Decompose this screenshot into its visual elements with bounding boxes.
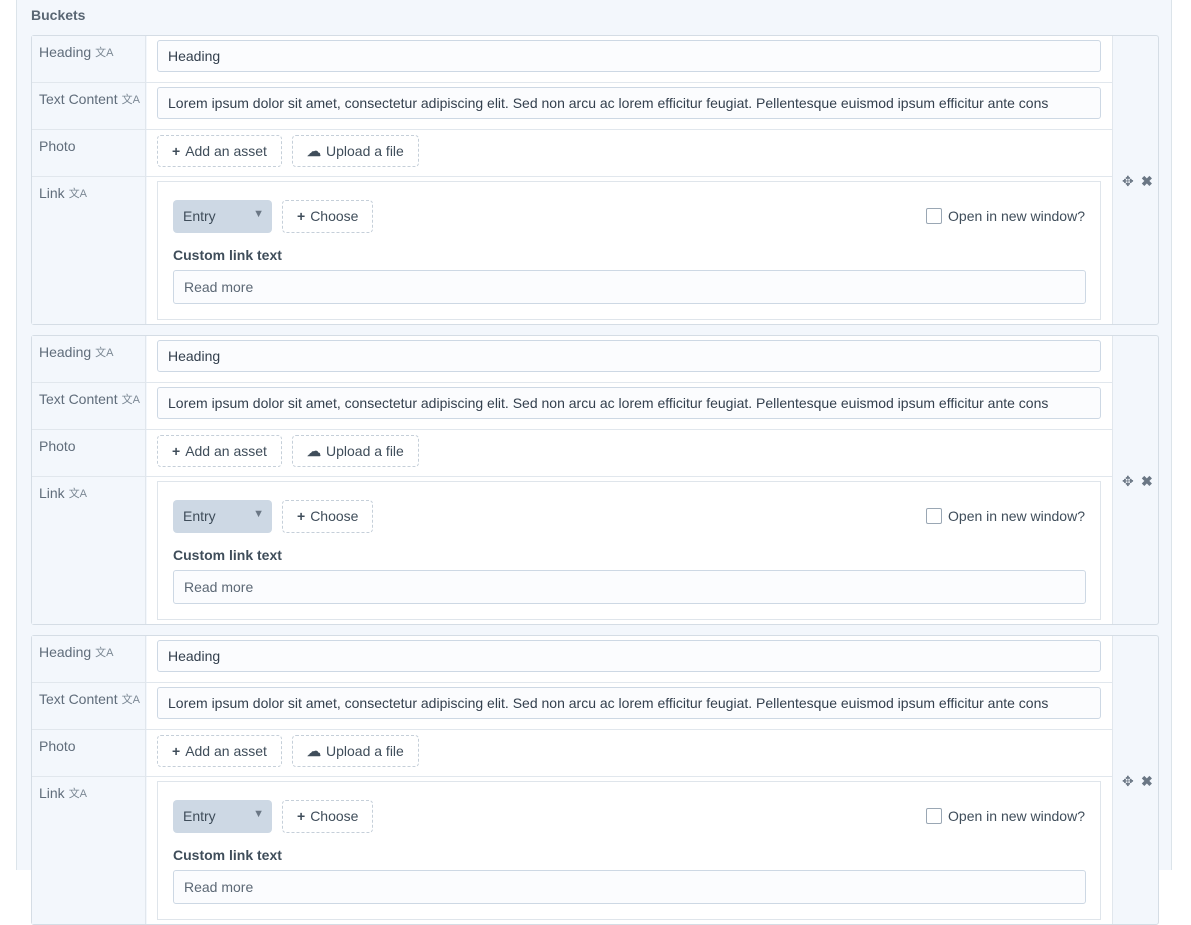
text-content-input[interactable]: Lorem ipsum dolor sit amet, consectetur … (157, 87, 1101, 119)
custom-link-label: Custom link text (173, 247, 282, 263)
link-type-select[interactable]: Entry ▼ (173, 500, 272, 533)
custom-link-label: Custom link text (173, 547, 282, 563)
custom-link-input[interactable]: Read more (173, 270, 1086, 304)
plus-icon: + (297, 808, 306, 824)
upload-file-button[interactable]: ☁ Upload a file (292, 735, 419, 767)
link-row: Link 文A Entry ▼ + Choose Open in new window… (32, 777, 1112, 924)
link-label: Link 文A (32, 777, 146, 924)
plus-icon: + (172, 743, 181, 759)
choose-button[interactable]: + Choose (282, 800, 374, 833)
photo-row: Photo + Add an asset ☁ Upload a file (32, 430, 1112, 477)
delete-icon[interactable]: ✖ (1141, 473, 1153, 490)
new-window-option[interactable]: Open in new window? (926, 208, 1085, 224)
heading-label: Heading 文A (32, 336, 146, 382)
text-content-label: Text Content 文A (32, 83, 146, 129)
photo-label: Photo (32, 430, 146, 476)
chevron-down-icon: ▼ (253, 208, 264, 220)
block-fields: Heading 文A Heading Text Content 文A Lorem i… (32, 636, 1113, 924)
chevron-down-icon: ▼ (253, 508, 264, 520)
add-asset-button[interactable]: + Add an asset (157, 435, 282, 467)
heading-input[interactable]: Heading (157, 40, 1101, 72)
translate-icon: 文A (95, 347, 114, 359)
choose-button[interactable]: + Choose (282, 200, 374, 233)
new-window-checkbox[interactable] (926, 508, 943, 524)
plus-icon: + (297, 208, 306, 224)
translate-icon: 文A (68, 488, 88, 500)
plus-icon: + (172, 143, 181, 159)
link-field: Entry ▼ + Choose Open in new window? Custo… (157, 481, 1101, 620)
custom-link-input[interactable]: Read more (173, 870, 1086, 904)
link-label: Link 文A (32, 477, 146, 624)
photo-label: Photo (32, 130, 146, 176)
text-content-input[interactable]: Lorem ipsum dolor sit amet, consectetur … (157, 687, 1101, 719)
bucket-block: Heading 文A Heading Text Content 文A Lorem i… (31, 335, 1159, 625)
upload-file-button[interactable]: ☁ Upload a file (292, 435, 419, 467)
move-icon[interactable]: ✥ (1122, 773, 1134, 790)
heading-input[interactable]: Heading (157, 340, 1101, 372)
translate-icon: 文A (68, 788, 88, 800)
link-type-select[interactable]: Entry ▼ (173, 800, 272, 833)
bucket-block: Heading 文A Heading Text Content 文A Lorem i… (31, 35, 1159, 325)
move-icon[interactable]: ✥ (1122, 473, 1134, 490)
link-label: Link 文A (32, 177, 146, 324)
translate-icon: 文A (121, 94, 140, 106)
new-window-checkbox[interactable] (926, 208, 943, 224)
translate-icon: 文A (95, 647, 114, 659)
heading-row: Heading 文A Heading (32, 336, 1112, 383)
link-field: Entry ▼ + Choose Open in new window? Custo… (157, 781, 1101, 920)
translate-icon: 文A (95, 47, 114, 59)
photo-row: Photo + Add an asset ☁ Upload a file (32, 130, 1112, 177)
delete-icon[interactable]: ✖ (1141, 173, 1153, 190)
cloud-upload-icon: ☁ (307, 143, 321, 159)
heading-row: Heading 文A Heading (32, 636, 1112, 683)
translate-icon: 文A (68, 188, 88, 200)
new-window-option[interactable]: Open in new window? (926, 508, 1085, 524)
block-fields: Heading 文A Heading Text Content 文A Lorem i… (32, 336, 1113, 624)
heading-label: Heading 文A (32, 36, 146, 82)
cloud-upload-icon: ☁ (307, 443, 321, 459)
plus-icon: + (172, 443, 181, 459)
text-content-input[interactable]: Lorem ipsum dolor sit amet, consectetur … (157, 387, 1101, 419)
choose-button[interactable]: + Choose (282, 500, 374, 533)
bucket-block: Heading 文A Heading Text Content 文A Lorem i… (31, 635, 1159, 925)
block-fields: Heading 文A Heading Text Content 文A Lorem i… (32, 36, 1113, 324)
link-type-select[interactable]: Entry ▼ (173, 200, 272, 233)
new-window-option[interactable]: Open in new window? (926, 808, 1085, 824)
new-window-checkbox[interactable] (926, 808, 943, 824)
move-icon[interactable]: ✥ (1122, 173, 1134, 190)
heading-input[interactable]: Heading (157, 640, 1101, 672)
plus-icon: + (297, 508, 306, 524)
field-title: Buckets (31, 7, 86, 23)
add-asset-button[interactable]: + Add an asset (157, 135, 282, 167)
photo-label: Photo (32, 730, 146, 776)
delete-icon[interactable]: ✖ (1141, 773, 1153, 790)
text-content-label: Text Content 文A (32, 383, 146, 429)
upload-file-button[interactable]: ☁ Upload a file (292, 135, 419, 167)
custom-link-label: Custom link text (173, 847, 282, 863)
photo-row: Photo + Add an asset ☁ Upload a file (32, 730, 1112, 777)
translate-icon: 文A (121, 694, 140, 706)
link-row: Link 文A Entry ▼ + Choose Open in new window… (32, 477, 1112, 624)
text-content-row: Text Content 文A Lorem ipsum dolor sit ame… (32, 383, 1112, 430)
buckets-field: Buckets Heading 文A Heading Text Content 文A… (16, 0, 1172, 925)
text-content-row: Text Content 文A Lorem ipsum dolor sit ame… (32, 683, 1112, 730)
add-asset-button[interactable]: + Add an asset (157, 735, 282, 767)
text-content-row: Text Content 文A Lorem ipsum dolor sit ame… (32, 83, 1112, 130)
heading-label: Heading 文A (32, 636, 146, 682)
custom-link-input[interactable]: Read more (173, 570, 1086, 604)
link-row: Link 文A Entry ▼ + Choose Open in new window… (32, 177, 1112, 324)
heading-row: Heading 文A Heading (32, 36, 1112, 83)
link-field: Entry ▼ + Choose Open in new window? Custo… (157, 181, 1101, 320)
text-content-label: Text Content 文A (32, 683, 146, 729)
chevron-down-icon: ▼ (253, 808, 264, 820)
translate-icon: 文A (121, 394, 140, 406)
cloud-upload-icon: ☁ (307, 743, 321, 759)
